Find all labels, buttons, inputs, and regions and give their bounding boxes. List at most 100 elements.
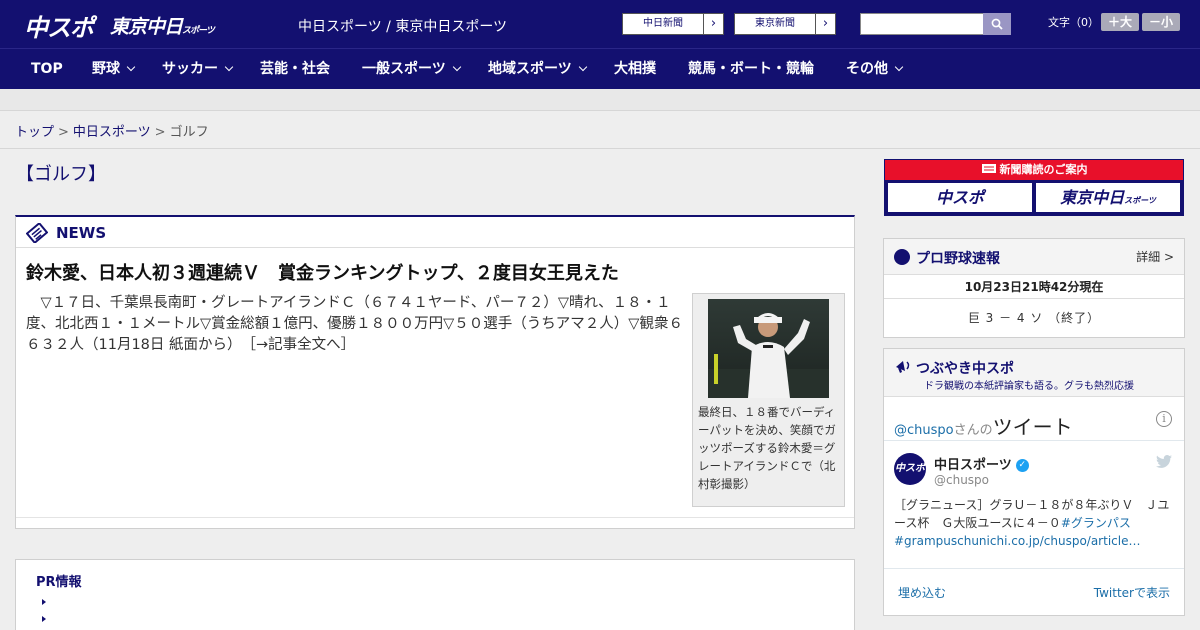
verified-icon: ✓ [1015, 459, 1029, 472]
avatar[interactable]: 中スポ [894, 453, 926, 485]
nav-item-entertainment[interactable]: 芸能・社会 [260, 49, 330, 90]
tweet-account-name[interactable]: 中日スポーツ ✓ [934, 454, 1029, 473]
news-photo-figure: 最終日、１８番でバーディーパットを決め、笑顔でガッツポーズする鈴木愛＝グレートア… [692, 293, 845, 507]
chevron-right-icon: › [822, 16, 829, 31]
font-size-label: 文字（0） [1048, 16, 1099, 29]
search-button[interactable] [983, 13, 1011, 35]
page-title: 【ゴルフ】 [16, 164, 106, 185]
subscription-title: 新聞購読のご案内 [885, 160, 1183, 180]
nav-label: 地域スポーツ [488, 61, 572, 77]
twitter-subtitle: ドラ観戦の本紙評論家も語る。グラも熱烈応援 [924, 381, 1134, 392]
chevron-down-icon [452, 62, 461, 72]
font-larger-button[interactable]: ＋大 [1101, 13, 1139, 31]
nav-item-racing[interactable]: 競馬・ボート・競輪 [688, 49, 814, 90]
twitter-handle-link[interactable]: @chuspo [894, 423, 954, 438]
twitter-panel: つぶやき中スポ ドラ観戦の本紙評論家も語る。グラも熱烈応援 @chuspoさんの… [883, 348, 1185, 616]
twitter-footer: 埋め込む Twitterで表示 [884, 569, 1184, 613]
news-section: NEWS 鈴木愛、日本人初３週連続Ｖ 賞金ランキングトップ、２度目女王見えた ▽… [15, 215, 855, 529]
megaphone-icon [896, 361, 910, 373]
chunichi-shimbun-label: 中日新聞 [623, 14, 704, 34]
tokyo-logo-small: スポーツ [182, 26, 215, 36]
score-line[interactable]: 巨 3 － 4 ソ （終了） [884, 299, 1184, 337]
hashtag-link[interactable]: #グランパス [1061, 516, 1131, 530]
nav-label: TOP [31, 61, 63, 77]
nav-label: サッカー [162, 61, 218, 77]
top-header: 中スポ 東京中日スポーツ 中日スポーツ / 東京中日スポーツ 中日新聞 › 東京… [0, 0, 1200, 48]
chuspo-logo[interactable]: 中スポ [24, 8, 94, 42]
nav-label: 野球 [92, 61, 120, 77]
chunichi-shimbun-link[interactable]: 中日新聞 › [622, 13, 724, 35]
subscribe-tokyo-chunichi-button[interactable]: 東京中日スポーツ [1036, 183, 1180, 212]
nav-label: 芸能・社会 [260, 61, 330, 77]
twitter-timeline-bar: @chuspoさんのツイート i [884, 397, 1184, 441]
view-on-twitter-link[interactable]: Twitterで表示 [1094, 584, 1170, 601]
nav-label: その他 [846, 61, 888, 77]
read-more-link[interactable]: ［→記事全文へ］ [249, 337, 355, 353]
breadcrumb-separator: > [58, 125, 69, 140]
news-body: ▽１７日、千葉県長南町・グレートアイランドＣ（６７４１ヤード、パー７２）▽晴れ、… [26, 293, 686, 356]
twitter-title: つぶやき中スポ [916, 361, 1014, 377]
chevron-down-icon [894, 62, 904, 72]
nav-spacer [0, 89, 1200, 111]
score-timestamp: 10月23日21時42分現在 [884, 275, 1184, 299]
nav-item-other[interactable]: その他 [846, 49, 904, 90]
bullet-icon [42, 599, 46, 605]
tokyo-chunichi-logo[interactable]: 東京中日スポーツ [110, 12, 215, 39]
twitter-timeline-title: @chuspoさんのツイート [894, 411, 1073, 440]
baseball-header: プロ野球速報 詳細 > [884, 239, 1184, 275]
chevron-down-icon [224, 62, 234, 72]
tokyo-shimbun-label: 東京新聞 [735, 14, 816, 34]
tweet-account-handle[interactable]: @chuspo [934, 473, 989, 487]
photo-caption: 最終日、１８番でバーディーパットを決め、笑顔でガッツポーズする鈴木愛＝グレートア… [698, 405, 836, 491]
nav-label: 大相撲 [614, 61, 656, 77]
news-divider [16, 517, 854, 518]
breadcrumb-separator: > [154, 125, 166, 140]
newspaper-icon [26, 223, 48, 243]
tokyo-shimbun-link[interactable]: 東京新聞 › [734, 13, 836, 35]
twitter-tweet-word: ツイート [992, 415, 1073, 439]
tokyo-logo-text: 東京中日 [110, 16, 183, 38]
news-headline[interactable]: 鈴木愛、日本人初３週連続Ｖ 賞金ランキングトップ、２度目女王見えた [26, 259, 619, 285]
nav-item-general-sports[interactable]: 一般スポーツ [362, 49, 461, 90]
breadcrumb-chunichi-link[interactable]: 中日スポーツ [73, 125, 151, 140]
nav-item-baseball[interactable]: 野球 [92, 49, 136, 90]
chevron-right-icon: › [710, 16, 717, 31]
golfer-photo[interactable] [708, 299, 829, 398]
nav-item-top[interactable]: TOP [31, 49, 63, 90]
tweet-text: ［グラニュース］グラＵ－１８が８年ぶりＶ Ｊユース杯 Ｇ大阪ユースに４－０#グラ… [894, 496, 1174, 550]
embed-link[interactable]: 埋め込む [898, 584, 946, 601]
baseball-score-panel: プロ野球速報 詳細 > 10月23日21時42分現在 巨 3 － 4 ソ （終了… [883, 238, 1185, 338]
twitter-san: さんの [953, 423, 993, 438]
search-input[interactable] [860, 13, 984, 35]
breadcrumb-bar: トップ > 中日スポーツ > ゴルフ [0, 111, 1200, 149]
breadcrumb-current: ゴルフ [169, 125, 209, 140]
nav-item-soccer[interactable]: サッカー [162, 49, 234, 90]
chevron-down-icon [578, 62, 587, 72]
site-name: 中日スポーツ / 東京中日スポーツ [298, 19, 508, 35]
breadcrumb-top-link[interactable]: トップ [15, 125, 54, 140]
nav-item-sumo[interactable]: 大相撲 [614, 49, 656, 90]
nav-label: 競馬・ボート・競輪 [688, 61, 814, 77]
news-header: NEWS [16, 217, 854, 248]
subscribe-tokyo-label: 東京中日 [1060, 188, 1125, 207]
baseball-icon [894, 249, 910, 265]
subscribe-chuspo-button[interactable]: 中スポ [888, 183, 1032, 212]
nav-label: 一般スポーツ [362, 61, 446, 77]
search-icon [991, 18, 1003, 30]
newspaper-icon [981, 164, 996, 173]
subscription-banner[interactable]: 新聞購読のご案内 中スポ 東京中日スポーツ [884, 159, 1184, 216]
subscription-title-text: 新聞購読のご案内 [999, 163, 1088, 176]
twitter-bird-icon[interactable] [1156, 455, 1172, 468]
tweet-item: 中スポ 中日スポーツ ✓ @chuspo ［グラニュース］グラＵ－１８が８年ぶりＶ… [884, 441, 1184, 569]
tweet-url-link[interactable]: #grampuschunichi.co.jp/chuspo/article… [894, 534, 1140, 548]
baseball-detail-link[interactable]: 詳細 > [1136, 248, 1174, 265]
info-icon[interactable]: i [1156, 411, 1172, 427]
subscribe-tokyo-small: スポーツ [1124, 196, 1156, 205]
news-label: NEWS [56, 224, 107, 242]
pr-section: PR情報 [15, 559, 855, 630]
pr-title: PR情報 [36, 575, 82, 590]
breadcrumb: トップ > 中日スポーツ > ゴルフ [15, 121, 209, 140]
chevron-down-icon [126, 62, 136, 72]
font-smaller-button[interactable]: －小 [1142, 13, 1180, 31]
nav-item-local-sports[interactable]: 地域スポーツ [488, 49, 587, 90]
